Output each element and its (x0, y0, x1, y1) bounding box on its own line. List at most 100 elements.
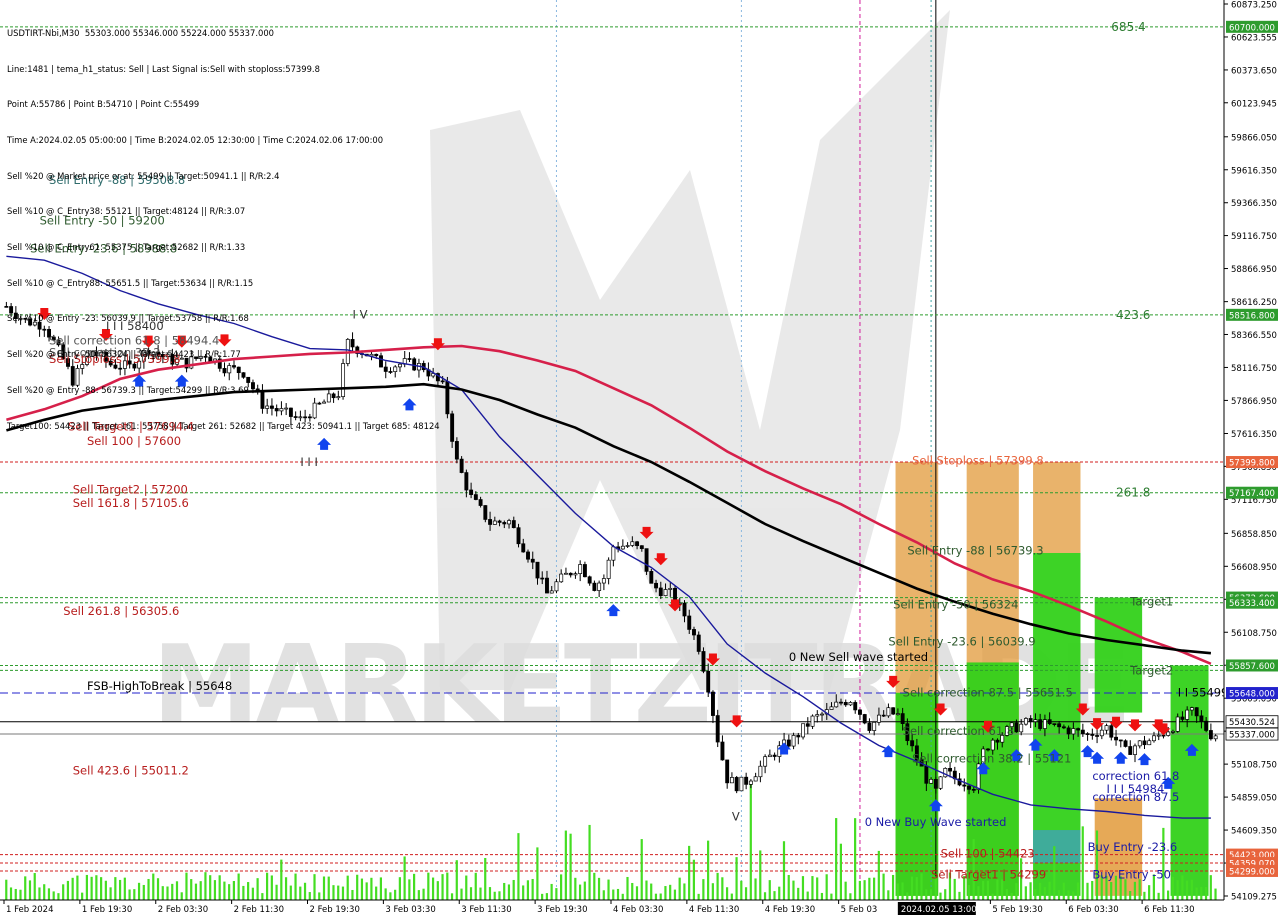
volume-bar (242, 885, 245, 900)
volume-bar (1124, 879, 1127, 900)
candle-body (929, 779, 934, 784)
volume-bar (57, 893, 60, 900)
candle-body (554, 581, 559, 592)
candle-body (454, 441, 459, 460)
candle-body (744, 776, 749, 785)
volume-bar (322, 876, 326, 900)
volume-bar (1043, 887, 1046, 900)
volume-bar (915, 877, 918, 900)
info-line: Sell %10 @ Entry -23: 56039.9 || Target:… (7, 313, 249, 324)
volume-bar (365, 882, 368, 900)
chart-annotation: V (732, 810, 740, 824)
volume-bar (1091, 880, 1094, 900)
chart-annotation: Sell 423.6 | 55011.2 (73, 764, 189, 778)
chart-annotation: Sell 100 | 54423 (941, 847, 1035, 861)
volume-bar (1057, 890, 1061, 900)
candle-body (611, 546, 616, 561)
volume-bar (1190, 879, 1193, 900)
volume-bar (541, 893, 544, 900)
time-tick-label: 6 Feb 11:30 (1144, 905, 1194, 915)
info-line: Target100: 54423 || Target 161: 53758 ||… (7, 420, 440, 431)
volume-bar (716, 872, 719, 900)
fib-level-label: 685.4 (1111, 20, 1145, 34)
time-tick-label: 4 Feb 19:30 (765, 905, 815, 915)
price-tick-label: 56608.950 (1231, 563, 1277, 573)
volume-bar (14, 888, 17, 900)
volume-bar (597, 877, 601, 900)
fib-level-label: 423.6 (1116, 308, 1150, 322)
volume-bar (436, 881, 439, 900)
volume-bar (1148, 885, 1151, 900)
volume-bar (90, 876, 93, 900)
volume-bar (81, 892, 84, 900)
price-tag: 57167.400 (1226, 486, 1278, 499)
volume-bar (835, 818, 838, 900)
volume-bar (95, 875, 98, 900)
volume-bar (43, 884, 46, 900)
chart-annotation: Target2 (1129, 663, 1173, 677)
candle-body (459, 458, 464, 473)
candle-body (568, 572, 573, 576)
volume-bar (593, 872, 596, 900)
price-tick-label: 56108.750 (1231, 629, 1277, 639)
volume-bar (408, 879, 411, 900)
volume-bar (1204, 886, 1208, 900)
candle-body (1085, 733, 1090, 735)
volume-bar (929, 889, 933, 900)
price-tag: 55648.000 (1226, 687, 1278, 700)
volume-bar (137, 882, 141, 900)
volume-bar (213, 880, 217, 900)
candle-body (834, 701, 839, 708)
volume-bar (161, 886, 164, 900)
volume-bar (982, 880, 985, 900)
price-tag-label: 60700.000 (1229, 23, 1275, 33)
volume-bar (621, 893, 624, 900)
volume-bar (465, 875, 468, 900)
price-tick-label: 57616.350 (1231, 430, 1277, 440)
candle-body (1019, 723, 1024, 733)
volume-bar (692, 859, 695, 900)
info-line: Sell %10 @ C_Entry61: 55375 || Target:52… (7, 242, 246, 253)
candle-body (753, 776, 758, 782)
volume-bar (711, 883, 714, 900)
price-tick-label: 58866.950 (1231, 265, 1277, 275)
volume-bar (156, 878, 160, 900)
price-tick-label: 59616.350 (1231, 166, 1277, 176)
candle-body (469, 489, 474, 495)
candle-body (715, 715, 720, 743)
candle-body (663, 589, 668, 597)
volume-bar (1034, 889, 1037, 900)
info-line: Line:1481 | tema_h1_status: Sell | Last … (7, 63, 320, 74)
volume-bar (858, 880, 861, 900)
volume-bar (118, 879, 122, 900)
candle-body (1042, 719, 1047, 729)
price-tag: 60700.000 (1226, 20, 1278, 33)
candle-body (535, 561, 540, 579)
price-tick-label: 54859.050 (1231, 794, 1277, 804)
volume-bar (479, 887, 482, 900)
candle-body (530, 558, 535, 563)
volume-bar (740, 880, 743, 900)
price-tick-label: 60123.945 (1231, 99, 1277, 109)
candle-body (526, 551, 530, 560)
candle-body (791, 735, 796, 747)
candle-body (748, 780, 753, 785)
candle-body (1142, 740, 1147, 746)
volume-bar (232, 880, 235, 900)
candle-body (1104, 725, 1109, 731)
candle-body (1099, 729, 1104, 737)
volume-bar (460, 888, 463, 900)
volume-bar (626, 876, 629, 900)
candle-body (540, 577, 545, 580)
info-line: Sell %20 @ Entry -88: 56739.3 || Target:… (7, 384, 249, 395)
volume-bar (128, 889, 131, 900)
time-tick-label: 2 Feb 03:30 (158, 905, 208, 915)
candle-body (796, 735, 801, 738)
price-tag-label: 55337.000 (1229, 731, 1275, 741)
volume-bar (427, 872, 430, 900)
candle-body (725, 759, 730, 784)
volume-bar (412, 873, 416, 900)
volume-bar (986, 880, 990, 900)
candle-body (625, 545, 630, 547)
volume-bar (261, 893, 264, 900)
